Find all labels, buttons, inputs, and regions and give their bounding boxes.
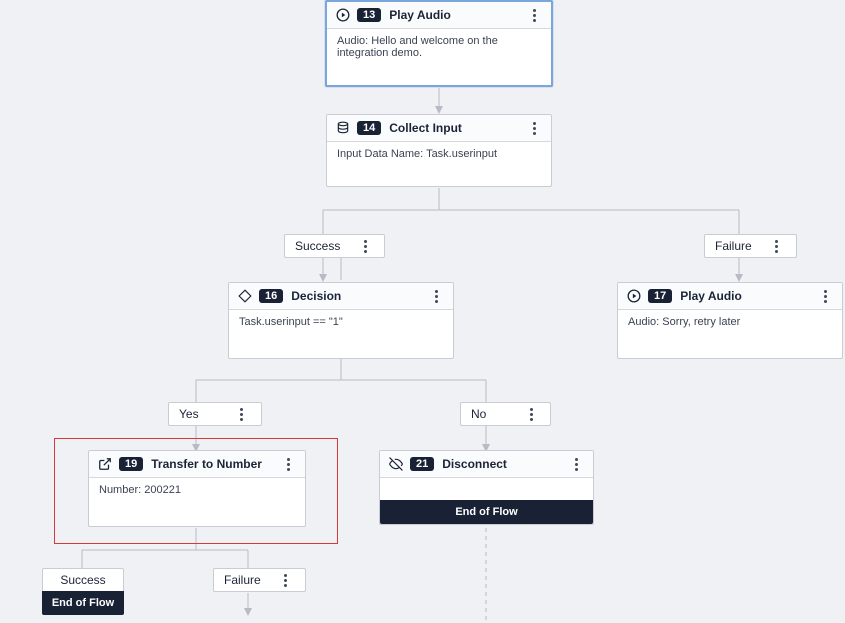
node-body: Number: 200221 [89,478,305,526]
branch-label-text: Yes [179,407,223,421]
database-icon [335,120,351,136]
play-circle-icon [626,288,642,304]
branch-label-text: No [471,407,512,421]
node-header[interactable]: 21 Disconnect [380,451,593,478]
node-title: Transfer to Number [151,457,279,471]
node-number-badge: 19 [119,457,143,471]
branch-label-success[interactable]: Success [284,234,385,258]
node-transfer-to-number-19[interactable]: 19 Transfer to Number Number: 200221 [88,450,306,527]
node-play-audio-17[interactable]: 17 Play Audio Audio: Sorry, retry later [617,282,843,359]
node-menu-button[interactable] [279,458,297,471]
diamond-icon [237,288,253,304]
branch-label-success-bottom[interactable]: Success End of Flow [42,568,124,615]
branch-label-yes[interactable]: Yes [168,402,262,426]
node-title: Play Audio [680,289,816,303]
node-menu-button[interactable] [816,290,834,303]
node-decision-16[interactable]: 16 Decision Task.userinput == "1" [228,282,454,359]
node-number-badge: 17 [648,289,672,303]
branch-label-text: Failure [224,573,267,587]
node-menu-button[interactable] [525,9,543,22]
end-of-flow-label: End of Flow [380,500,593,524]
end-of-flow-label: End of Flow [42,591,124,615]
node-disconnect-21[interactable]: 21 Disconnect End of Flow [379,450,594,525]
branch-label-text: Success [60,573,105,587]
branch-menu-button[interactable] [356,240,374,253]
node-header[interactable]: 17 Play Audio [618,283,842,310]
node-menu-button[interactable] [567,458,585,471]
node-number-badge: 13 [357,8,381,22]
node-header[interactable]: 13 Play Audio [327,2,551,29]
branch-menu-button[interactable] [233,408,251,421]
node-body: Audio: Sorry, retry later [618,310,842,358]
node-number-badge: 21 [410,457,434,471]
node-menu-button[interactable] [525,122,543,135]
external-link-icon [97,456,113,472]
node-body: Input Data Name: Task.userinput [327,142,551,186]
node-body: Task.userinput == "1" [229,310,453,358]
branch-menu-button[interactable] [522,408,540,421]
branch-menu-button[interactable] [277,574,295,587]
node-collect-input-14[interactable]: 14 Collect Input Input Data Name: Task.u… [326,114,552,187]
node-title: Play Audio [389,8,525,22]
play-circle-icon [335,7,351,23]
node-title: Collect Input [389,121,525,135]
node-number-badge: 14 [357,121,381,135]
node-title: Decision [291,289,427,303]
branch-label-text: Success [295,239,346,253]
branch-label-failure-bottom[interactable]: Failure [213,568,306,592]
node-body [380,478,593,500]
node-body: Audio: Hello and welcome on the integrat… [327,29,551,85]
node-header[interactable]: 14 Collect Input [327,115,551,142]
node-header[interactable]: 16 Decision [229,283,453,310]
branch-label-no[interactable]: No [460,402,551,426]
branch-label-text: Failure [715,239,758,253]
node-header[interactable]: 19 Transfer to Number [89,451,305,478]
node-play-audio-13[interactable]: 13 Play Audio Audio: Hello and welcome o… [325,0,553,87]
node-title: Disconnect [442,457,567,471]
branch-menu-button[interactable] [768,240,786,253]
node-menu-button[interactable] [427,290,445,303]
branch-label-failure[interactable]: Failure [704,234,797,258]
node-number-badge: 16 [259,289,283,303]
eye-off-icon [388,456,404,472]
